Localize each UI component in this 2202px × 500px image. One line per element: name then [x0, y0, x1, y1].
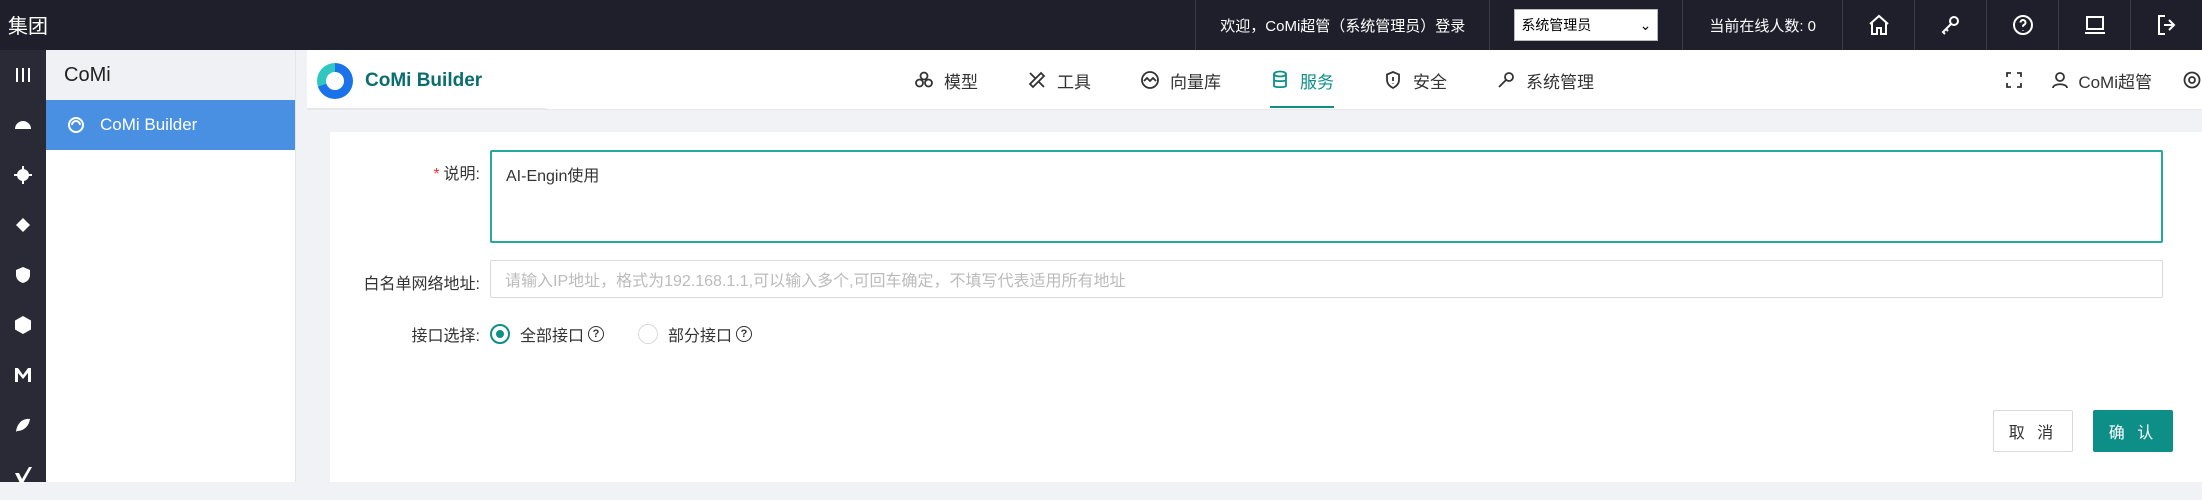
whitelist-input[interactable]: 请输入IP地址，格式为192.168.1.1,可以输入多个,可回车确定，不填写代… [490, 260, 2163, 298]
radio-partial-interfaces[interactable]: 部分接口 ? [638, 322, 753, 346]
leaf-icon [16, 418, 30, 432]
secondary-sidebar: CoMi CoMi Builder [46, 50, 296, 482]
home-icon [1868, 14, 1889, 35]
model-icon [915, 71, 933, 88]
rail-dashboard[interactable] [0, 100, 46, 150]
cancel-button[interactable]: 取 消 [1993, 410, 2073, 452]
tab-label: 系统管理 [1526, 72, 1594, 92]
hexagon-icon [15, 316, 31, 334]
tab-security[interactable]: 安全 [1383, 50, 1447, 110]
interface-radio-group: 全部接口 ? 部分接口 ? [490, 322, 786, 346]
tab-label: 工具 [1057, 72, 1091, 92]
tab-label: 安全 [1413, 72, 1447, 92]
home-button[interactable] [1842, 0, 1914, 50]
whitelist-label: 白名单网络地址: [363, 276, 480, 293]
description-label-wrap: * 说明: [330, 150, 490, 184]
whitelist-row: 白名单网络地址: 请输入IP地址，格式为192.168.1.1,可以输入多个,可… [330, 260, 2163, 298]
interface-row: 接口选择: 全部接口 ? 部分接口 ? [330, 322, 786, 346]
gear-icon[interactable] [2182, 70, 2202, 90]
brand-title: 集团 [8, 16, 48, 38]
online-count: 当前在线人数: 0 [1682, 0, 1842, 50]
question-icon[interactable]: ? [736, 326, 753, 342]
confirm-button[interactable]: 确 认 [2093, 410, 2173, 452]
rail-hexagon[interactable] [0, 300, 46, 350]
tools-icon [1028, 71, 1046, 89]
plugin-icon [16, 218, 30, 232]
tab-model[interactable]: 模型 [914, 50, 978, 110]
settings-icon [14, 166, 32, 184]
radio-label: 部分接口 [668, 328, 733, 345]
rail-m[interactable] [0, 350, 46, 400]
app-name: CoMi Builder [365, 70, 483, 91]
sidebar-item-comi-builder[interactable]: CoMi Builder [46, 100, 295, 150]
wrench-icon [1498, 72, 1514, 88]
required-mark: * [433, 166, 440, 183]
user-name: CoMi超管 [2078, 72, 2152, 92]
tab-system-admin[interactable]: 系统管理 [1496, 50, 1594, 110]
radio-all-interfaces[interactable]: 全部接口 ? [490, 322, 605, 346]
radio-unchecked-indicator [638, 324, 659, 344]
sidebar-item-label: CoMi Builder [100, 115, 198, 134]
security-icon [1386, 71, 1400, 90]
description-textarea[interactable]: AI-Engin使用 [490, 150, 2163, 243]
vector-icon [1141, 71, 1159, 89]
shield-icon [16, 267, 30, 283]
rail-plugin[interactable] [0, 200, 46, 250]
tab-vector[interactable]: 向量库 [1140, 50, 1221, 110]
user-menu[interactable]: CoMi超管 [2050, 68, 2152, 93]
help-icon [2012, 15, 2033, 35]
tab-label: 向量库 [1170, 72, 1221, 92]
form-panel: * 说明: AI-Engin使用 白名单网络地址: 请输入IP地址，格式为192.… [330, 132, 2202, 482]
help-button[interactable] [1986, 0, 2058, 50]
header-right: CoMi超管 [2004, 50, 2202, 110]
app-header: CoMi Builder 模型 工具 向量库 服务 安全 系统管理 CoMi超管 [307, 50, 2202, 110]
v-logo-icon [15, 467, 32, 483]
app-logo[interactable]: CoMi Builder [317, 63, 482, 99]
interface-label: 接口选择: [411, 328, 480, 345]
role-select-value: 系统管理员 [1521, 17, 1592, 33]
top-right-area: 欢迎，CoMi超管（系统管理员）登录 系统管理员 ⌄ 当前在线人数: 0 [1195, 0, 2202, 50]
tab-label: 模型 [944, 72, 978, 92]
sidebar-title: CoMi [46, 50, 295, 100]
divider [307, 108, 547, 110]
top-bar: 集团 欢迎，CoMi超管（系统管理员）登录 系统管理员 ⌄ 当前在线人数: 0 [0, 0, 2202, 50]
comi-logo-icon [317, 63, 353, 99]
rail-shield[interactable] [0, 250, 46, 300]
rail-menu[interactable] [0, 50, 46, 100]
rail-leaf[interactable] [0, 400, 46, 450]
description-label: 说明: [443, 166, 480, 183]
logout-icon [2157, 15, 2175, 35]
chevron-down-icon: ⌄ [1639, 16, 1652, 33]
logout-button[interactable] [2130, 0, 2202, 50]
tab-service[interactable]: 服务 [1270, 50, 1334, 110]
role-cell: 系统管理员 ⌄ [1489, 0, 1682, 50]
key-button[interactable] [1914, 0, 1986, 50]
builder-icon [68, 117, 84, 133]
main-nav: 模型 工具 向量库 服务 安全 系统管理 [914, 50, 1643, 110]
description-row: * 说明: AI-Engin使用 [330, 150, 2163, 243]
user-icon [2052, 72, 2069, 89]
rail-settings[interactable] [0, 150, 46, 200]
left-rail [0, 50, 46, 483]
question-icon[interactable]: ? [588, 326, 605, 342]
dashboard-icon [15, 121, 31, 129]
key-icon [1941, 16, 1959, 35]
tab-label: 服务 [1300, 72, 1334, 92]
fullscreen-icon[interactable] [2004, 70, 2024, 90]
monitor-icon [2084, 16, 2105, 34]
m-logo-icon [15, 368, 31, 382]
tab-tools[interactable]: 工具 [1027, 50, 1091, 110]
radio-label: 全部接口 [520, 328, 585, 345]
role-select[interactable]: 系统管理员 ⌄ [1514, 9, 1659, 41]
rail-v[interactable] [0, 450, 46, 500]
menu-icon [16, 68, 30, 82]
monitor-button[interactable] [2058, 0, 2130, 50]
radio-checked-indicator [490, 324, 510, 344]
welcome-text: 欢迎，CoMi超管（系统管理员）登录 [1195, 0, 1489, 50]
database-icon [1273, 70, 1287, 89]
